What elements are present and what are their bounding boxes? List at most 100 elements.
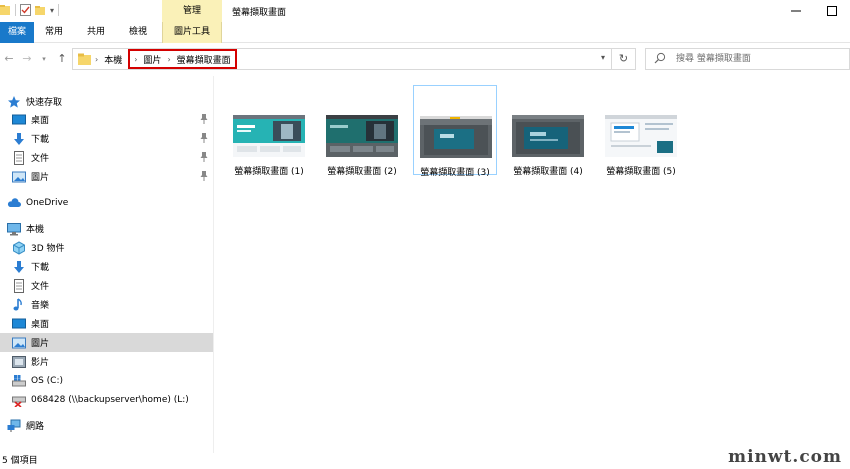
forward-arrow-icon[interactable]: → (20, 52, 34, 66)
file-item[interactable]: 螢幕擷取畫面 (4) (506, 85, 590, 177)
file-name: 螢幕擷取畫面 (1) (234, 167, 304, 177)
tab-share[interactable]: 共用 (76, 22, 116, 43)
thumbnail-image (233, 115, 305, 157)
back-arrow-icon[interactable]: ← (2, 52, 16, 66)
folder-icon[interactable] (0, 4, 11, 16)
minimize-button[interactable] (778, 0, 814, 22)
pictures-icon (12, 336, 26, 350)
refresh-button[interactable]: ↻ (612, 48, 636, 70)
sidebar-item-label: 下載 (31, 135, 50, 145)
chevron-right-icon[interactable]: › (167, 55, 170, 64)
file-item[interactable]: 螢幕擷取畫面 (1) (227, 85, 311, 177)
sidebar-item-label: 本機 (26, 225, 45, 235)
status-bar: 5 個項目 (0, 453, 850, 469)
sidebar-item-pictures[interactable]: 圖片 (0, 333, 213, 352)
sidebar-item-label: 文件 (31, 282, 50, 292)
watermark-logo: minwt.com (728, 447, 842, 467)
ribbon-tabs: 檔案 常用 共用 檢視 圖片工具 (0, 22, 850, 43)
file-list: 螢幕擷取畫面 (1) 螢幕擷取畫面 (2) 螢幕擷取畫面 (3) 螢幕擷取畫面 … (215, 76, 850, 453)
sidebar-item-label: 桌面 (31, 116, 50, 126)
file-item[interactable]: 螢幕擷取畫面 (5) (599, 85, 683, 177)
window-controls (778, 0, 850, 22)
divider (15, 4, 16, 16)
quick-access-toolbar: ▾ (0, 4, 60, 16)
sidebar-item-label: 文件 (31, 154, 50, 164)
sidebar-item-network[interactable]: 網路 (0, 416, 213, 435)
sidebar-item-label: 音樂 (31, 301, 50, 311)
customize-toolbar-icon[interactable]: ▾ (50, 6, 54, 15)
sidebar-item-quick-access[interactable]: 快速存取 (0, 92, 213, 111)
folder-icon (78, 53, 92, 65)
windows-drive-icon (12, 374, 26, 388)
breadcrumb: › 本機 › 圖片 › 螢幕擷取畫面 (95, 49, 237, 69)
sidebar-item-network-drive-l[interactable]: 068428 (\\backupserver\home) (L:) (0, 390, 213, 409)
chevron-right-icon[interactable]: › (134, 55, 137, 64)
thumbnail-image (605, 115, 677, 157)
sidebar-item-label: 3D 物件 (31, 244, 65, 254)
sidebar-item-downloads[interactable]: 下載 (0, 129, 213, 148)
chevron-right-icon[interactable]: › (95, 55, 98, 64)
star-icon (7, 95, 21, 109)
item-count: 5 個項目 (2, 456, 38, 466)
document-icon (12, 150, 26, 165)
sidebar-item-documents-pc[interactable]: 文件 (0, 276, 213, 295)
breadcrumb-this-pc[interactable]: 本機 (104, 53, 122, 66)
search-input[interactable] (676, 51, 846, 67)
breadcrumb-screenshots[interactable]: 螢幕擷取畫面 (177, 53, 231, 66)
breadcrumb-pictures[interactable]: 圖片 (143, 53, 161, 66)
maximize-button[interactable] (814, 0, 850, 22)
sidebar-item-label: 下載 (31, 263, 50, 273)
tab-picture-tools[interactable]: 圖片工具 (162, 22, 222, 43)
thumbnail-image (512, 115, 584, 157)
cloud-icon (7, 196, 22, 210)
download-arrow-icon (12, 260, 26, 274)
cube-icon (12, 240, 26, 255)
network-icon (7, 419, 21, 433)
file-name: 螢幕擷取畫面 (3) (420, 168, 490, 178)
sidebar-item-label: OneDrive (26, 197, 69, 208)
recent-locations-icon[interactable]: ▾ (37, 52, 51, 66)
search-box[interactable] (645, 48, 850, 70)
file-item-selected[interactable]: 螢幕擷取畫面 (3) (413, 85, 497, 178)
sidebar-item-downloads-pc[interactable]: 下載 (0, 257, 213, 276)
sidebar-item-label: 圖片 (31, 173, 50, 183)
music-note-icon (12, 297, 26, 312)
tab-view[interactable]: 檢視 (116, 22, 160, 43)
sidebar-item-desktop[interactable]: 桌面 (0, 110, 213, 129)
sidebar-item-label: 網路 (26, 422, 45, 432)
navigation-pane: 快速存取 桌面 下載 文件 圖片 OneDrive 本機 3D 物件 下載 文件 (0, 76, 214, 453)
sidebar-item-videos[interactable]: 影片 (0, 352, 213, 371)
sidebar-item-documents[interactable]: 文件 (0, 148, 213, 167)
sidebar-item-this-pc[interactable]: 本機 (0, 219, 213, 238)
sidebar-item-label: 068428 (\\backupserver\home) (L:) (31, 394, 189, 405)
new-folder-icon[interactable] (35, 4, 46, 16)
disconnected-network-drive-icon (12, 393, 26, 408)
tab-home[interactable]: 常用 (34, 22, 74, 43)
pin-icon[interactable] (200, 114, 208, 124)
file-item[interactable]: 螢幕擷取畫面 (2) (320, 85, 404, 177)
download-arrow-icon (12, 132, 26, 146)
sidebar-item-pictures-quick[interactable]: 圖片 (0, 167, 213, 186)
file-name: 螢幕擷取畫面 (4) (513, 167, 583, 177)
address-dropdown-icon[interactable]: ▾ (601, 53, 605, 62)
tab-file[interactable]: 檔案 (0, 22, 34, 43)
up-arrow-icon[interactable]: ↑ (55, 52, 69, 66)
navigation-bar: ← → ▾ ↑ › 本機 › 圖片 › 螢幕擷取畫面 ▾ ↻ (0, 43, 850, 76)
pin-icon[interactable] (200, 152, 208, 162)
sidebar-item-label: 桌面 (31, 320, 50, 330)
pin-icon[interactable] (200, 133, 208, 143)
address-bar[interactable]: › 本機 › 圖片 › 螢幕擷取畫面 ▾ (72, 48, 612, 70)
context-tab-header[interactable]: 管理 (162, 0, 222, 22)
sidebar-item-3d-objects[interactable]: 3D 物件 (0, 238, 213, 257)
sidebar-item-drive-c[interactable]: OS (C:) (0, 371, 213, 390)
film-icon (12, 355, 26, 369)
properties-icon[interactable] (20, 4, 31, 16)
sidebar-item-label: 圖片 (31, 339, 50, 349)
thumbnail-image (420, 116, 492, 158)
sidebar-item-desktop-pc[interactable]: 桌面 (0, 314, 213, 333)
sidebar-item-label: 影片 (31, 358, 50, 368)
sidebar-item-music[interactable]: 音樂 (0, 295, 213, 314)
pin-icon[interactable] (200, 171, 208, 181)
sidebar-item-onedrive[interactable]: OneDrive (0, 193, 213, 212)
desktop-icon (12, 317, 26, 331)
